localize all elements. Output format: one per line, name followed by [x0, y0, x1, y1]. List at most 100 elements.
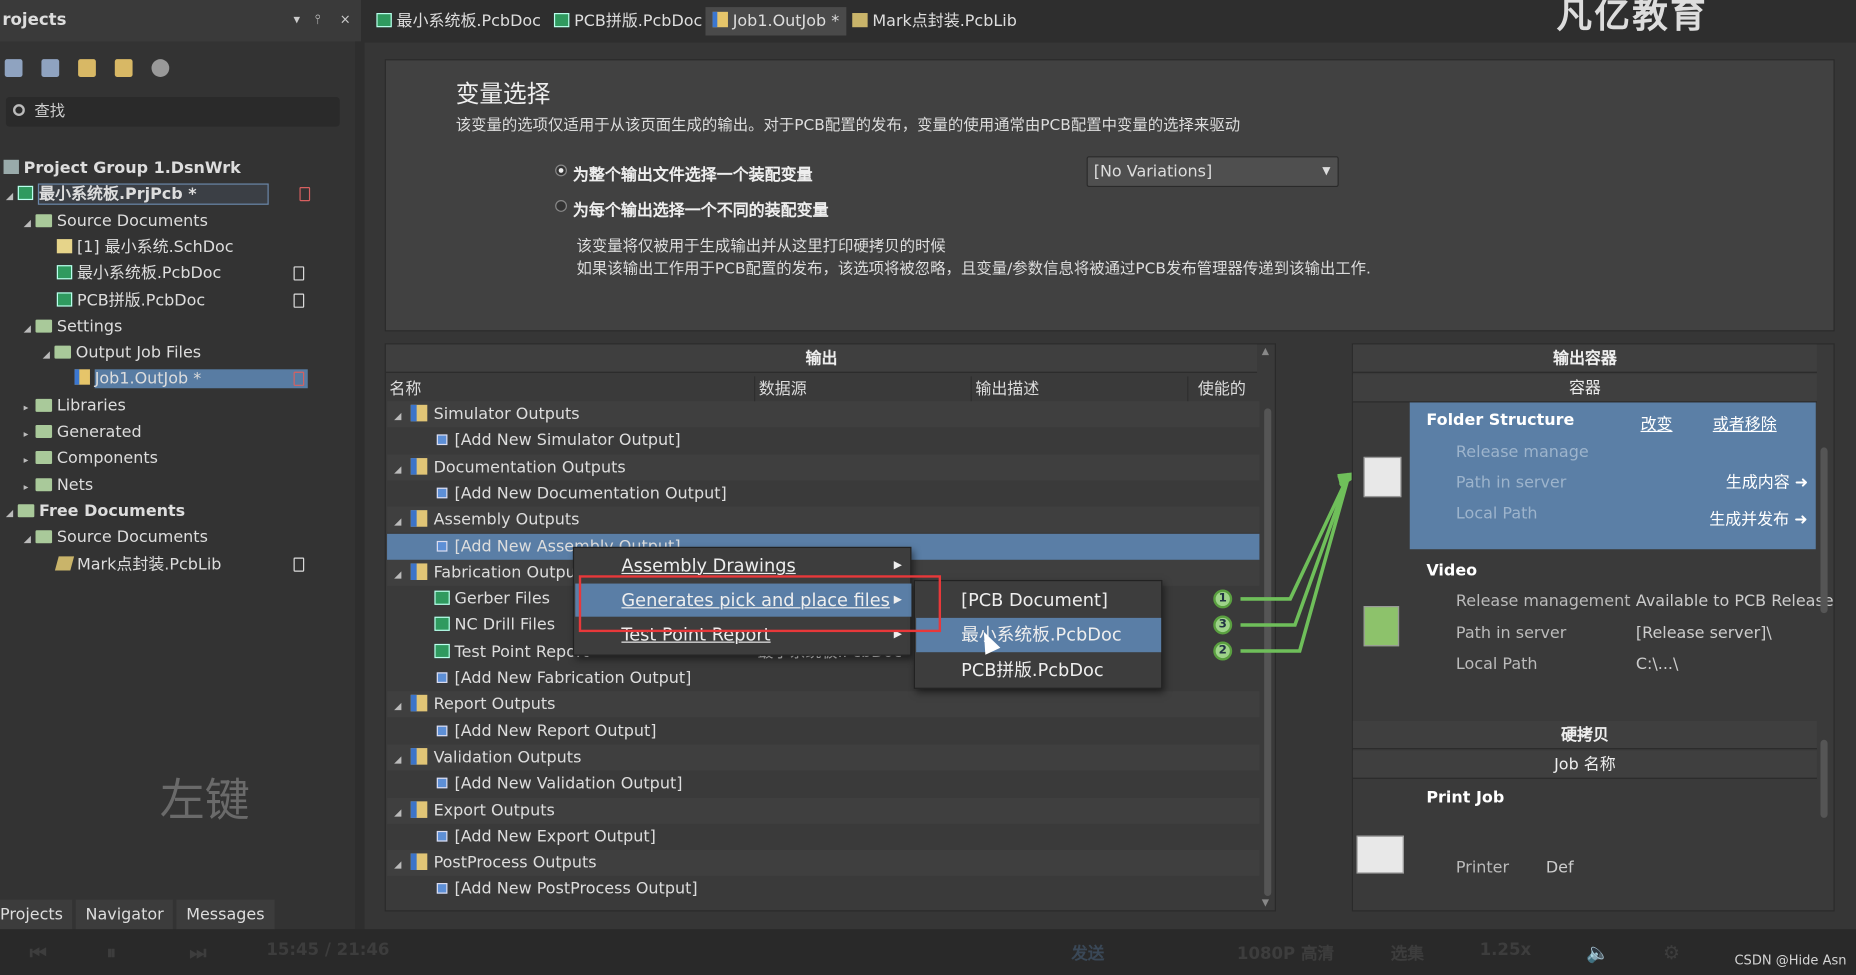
settings-icon[interactable]: ⚙ — [1663, 941, 1680, 963]
output-group-row[interactable]: ◢ Export Outputs — [387, 797, 1260, 826]
column-source[interactable]: 数据源 — [753, 376, 967, 403]
tree-item-free-source-documents[interactable]: ◢ Source Documents — [24, 524, 367, 550]
expand-icon[interactable]: ◢ — [394, 456, 406, 482]
output-row[interactable]: [Add New Report Output] — [387, 718, 1259, 744]
pause-icon[interactable]: ⏸ — [107, 941, 116, 965]
output-group-row[interactable]: ◢ Documentation Outputs — [387, 454, 1260, 482]
expand-icon[interactable]: ◢ — [394, 747, 406, 773]
doc-tab-pcbdoc[interactable]: 最小系统板.PcbDoc — [369, 7, 548, 35]
folder-icon — [35, 398, 53, 412]
expand-icon[interactable]: ◢ — [6, 183, 18, 209]
output-row[interactable]: [Add New Documentation Output] — [387, 480, 1259, 506]
expand-icon[interactable]: ◢ — [394, 694, 406, 720]
tab-projects[interactable]: Projects — [0, 899, 73, 931]
change-link[interactable]: 改变 — [1641, 411, 1673, 434]
tree-item-output-job-files[interactable]: ◢ Output Job Files — [43, 340, 386, 366]
expand-icon[interactable]: ◢ — [24, 527, 36, 553]
folder-settings-icon[interactable] — [114, 59, 133, 77]
output-group-row[interactable]: ◢ Assembly Outputs — [387, 506, 1260, 535]
expand-icon[interactable]: ◢ — [6, 501, 18, 527]
collapsed-icon[interactable]: ▸ — [24, 421, 36, 447]
collapsed-icon[interactable]: ▸ — [24, 395, 36, 421]
overlay-annotation: 左键 — [159, 774, 250, 827]
quality-button[interactable]: 1080P 高清 — [1237, 941, 1334, 965]
collapsed-icon[interactable]: ▸ — [24, 475, 36, 501]
tree-item-libraries[interactable]: ▸ Libraries — [24, 393, 367, 419]
output-group-row[interactable]: ◢ Validation Outputs — [387, 744, 1260, 773]
tree-item-pcbdoc[interactable]: 最小系统板.PcbDoc — [56, 260, 343, 286]
output-row[interactable]: [Add New PostProcess Output] — [387, 876, 1259, 902]
radio-per-output-variant[interactable] — [555, 200, 567, 212]
radio-per-output-variant-label[interactable]: 为每个输出选择一个不同的装配变量 — [573, 196, 829, 220]
expand-icon[interactable]: ◢ — [394, 404, 406, 430]
tab-messages[interactable]: Messages — [176, 899, 275, 931]
tree-item-generated[interactable]: ▸ Generated — [24, 419, 367, 445]
close-icon[interactable]: × — [340, 12, 351, 27]
containers-scrollbar[interactable] — [1820, 447, 1828, 614]
gear-icon[interactable] — [151, 59, 170, 77]
copy-icon[interactable] — [41, 59, 60, 77]
expand-icon[interactable]: ◢ — [24, 211, 36, 237]
generate-publish-link[interactable]: 生成并发布 ➜ — [1709, 505, 1807, 529]
volume-icon[interactable]: 🔈 — [1586, 941, 1610, 963]
expand-icon[interactable]: ◢ — [43, 342, 55, 368]
speed-button[interactable]: 1.25x — [1480, 941, 1532, 960]
tree-item-settings[interactable]: ◢ Settings — [24, 314, 367, 340]
link-badge[interactable]: 3 — [1213, 615, 1233, 635]
add-output-icon — [436, 672, 448, 683]
output-row[interactable]: [Add New Export Output] — [387, 824, 1259, 850]
doc-tab-pcblib[interactable]: Mark点封装.PcbLib — [845, 7, 1024, 35]
column-description[interactable]: 输出描述 — [970, 376, 1184, 403]
next-icon[interactable]: ⏭ — [189, 941, 206, 965]
radio-single-variant-label[interactable]: 为整个输出文件选择一个装配变量 — [573, 161, 813, 185]
expand-icon[interactable]: ◢ — [394, 800, 406, 826]
output-row[interactable]: [Add New Simulator Output] — [387, 428, 1259, 454]
folder-icon — [35, 319, 53, 333]
episodes-button[interactable]: 选集 — [1391, 941, 1424, 965]
output-group-row[interactable]: ◢ PostProcess Outputs — [387, 849, 1260, 878]
pin-icon[interactable]: ⫯ — [315, 12, 321, 29]
tree-item-free-documents[interactable]: ◢ Free Documents — [6, 498, 349, 524]
tree-item-nets[interactable]: ▸ Nets — [24, 472, 367, 498]
scroll-down-icon[interactable]: ▼ — [1262, 897, 1269, 908]
collapsed-icon[interactable]: ▸ — [24, 447, 36, 473]
scroll-up-icon[interactable]: ▲ — [1262, 346, 1269, 357]
tree-item-schdoc[interactable]: [1] 最小系统.SchDoc — [56, 234, 400, 260]
search-input[interactable]: 查找 — [5, 97, 340, 127]
doc-tab-pcb-panel[interactable]: PCB拼版.PcbDoc — [547, 7, 710, 35]
submenu-item-pcb-panel[interactable]: PCB拼版.PcbDoc — [916, 653, 1161, 687]
column-enabled[interactable]: 使能的 — [1187, 376, 1258, 403]
submenu-item-pcb-document[interactable]: [PCB Document] — [916, 584, 1161, 618]
expand-icon[interactable]: ◢ — [394, 562, 406, 588]
output-group-row[interactable]: ◢ Simulator Outputs — [387, 401, 1260, 430]
send-button[interactable]: 发送 — [1071, 941, 1104, 965]
hardcopy-scrollbar[interactable] — [1820, 739, 1828, 818]
link-badge[interactable]: 2 — [1213, 641, 1233, 661]
tree-label: Nets — [56, 475, 94, 495]
tree-item-pcb-panel[interactable]: PCB拼版.PcbDoc — [56, 288, 343, 314]
tree-item-outjob[interactable]: Job1.OutJob * — [74, 366, 344, 392]
radio-single-variant[interactable] — [555, 164, 567, 177]
expand-icon[interactable]: ◢ — [394, 509, 406, 535]
doc-tab-outjob[interactable]: Job1.OutJob * — [705, 7, 847, 36]
folder-open-icon[interactable] — [78, 59, 96, 77]
generate-content-link[interactable]: 生成内容 ➜ — [1726, 469, 1808, 492]
tree-item-components[interactable]: ▸ Components — [24, 445, 367, 471]
tree-item-project-group[interactable]: Project Group 1.DsnWrk — [3, 155, 347, 181]
save-icon[interactable] — [4, 59, 23, 77]
tab-navigator[interactable]: Navigator — [76, 899, 174, 931]
variant-dropdown[interactable]: [No Variations] ▼ — [1086, 156, 1339, 188]
panel-menu-icon[interactable]: ▾ — [294, 12, 301, 27]
remove-link[interactable]: 或者移除 — [1713, 411, 1777, 434]
tree-item-prjpcb[interactable]: ◢ 最小系统板.PrjPcb * — [6, 181, 349, 207]
output-row[interactable]: [Add New Validation Output] — [387, 771, 1259, 797]
expand-icon[interactable]: ◢ — [394, 852, 406, 878]
prev-icon[interactable]: ⏮ — [30, 941, 47, 965]
submenu-item-pcbdoc[interactable]: 最小系统板.PcbDoc — [916, 617, 1162, 653]
tree-item-source-documents[interactable]: ◢ Source Documents — [24, 208, 367, 234]
column-name[interactable]: 名称 — [386, 376, 753, 402]
tree-item-pcblib[interactable]: Mark点封装.PcbLib — [54, 552, 343, 578]
link-badge[interactable]: 1 — [1213, 589, 1233, 609]
expand-icon[interactable]: ◢ — [24, 316, 36, 342]
output-group-row[interactable]: ◢ Report Outputs — [387, 691, 1260, 720]
